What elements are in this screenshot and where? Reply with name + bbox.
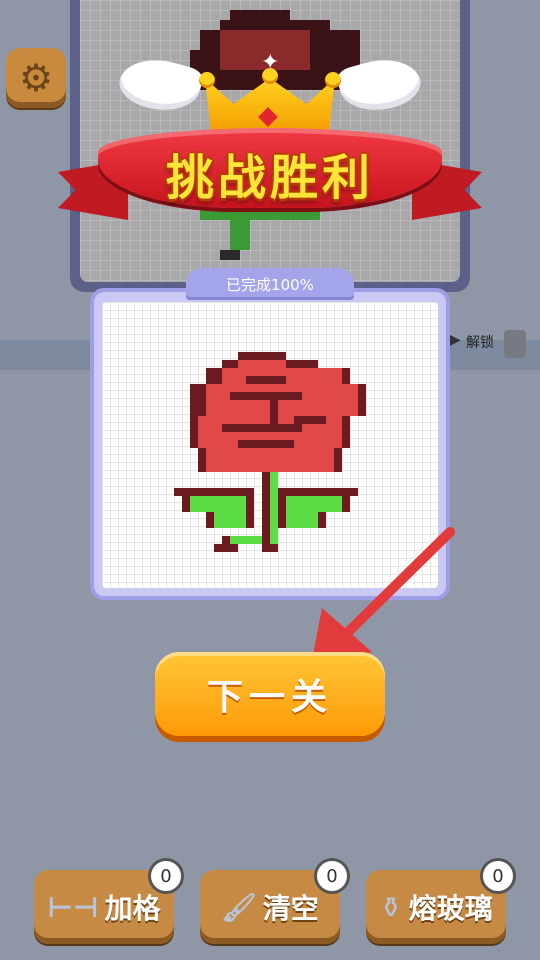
- tool-bar: ⊢⊣ 加格 0 🖌 清空 0 ⚱ 熔玻璃 0: [0, 858, 540, 960]
- victory-banner: ✦ 挑战胜利: [40, 20, 500, 260]
- next-level-button[interactable]: 下一关: [155, 652, 385, 736]
- progress-label: 已完成100%: [186, 268, 354, 300]
- tool-add-grid-button[interactable]: ⊢⊣ 加格 0: [34, 858, 184, 944]
- tool-label: 清空: [262, 892, 319, 925]
- unlock-label: 解锁: [466, 335, 494, 351]
- tool-count-badge: 0: [148, 858, 184, 894]
- pipe-icon: [504, 330, 526, 358]
- camera-icon: ▶: [450, 332, 461, 348]
- tool-count-badge: 0: [480, 858, 516, 894]
- victory-ribbon: 挑战胜利: [58, 120, 482, 230]
- tool-melt-glass-button[interactable]: ⚱ 熔玻璃 0: [366, 858, 516, 944]
- unlock-pipe[interactable]: ▶ 解锁: [448, 320, 540, 366]
- rubber-band-icon: ⊢⊣: [47, 890, 99, 924]
- tool-clear-button[interactable]: 🖌 清空 0: [200, 858, 350, 944]
- victory-title: 挑战胜利: [165, 150, 374, 206]
- brush-icon: 🖌: [221, 890, 257, 924]
- right-wing-icon: [334, 50, 426, 120]
- tool-label: 加格: [104, 892, 161, 925]
- potion-bottle-icon: ⚱: [379, 890, 403, 924]
- tool-label: 熔玻璃: [408, 892, 493, 925]
- tool-count-badge: 0: [314, 858, 350, 894]
- left-wing-icon: [114, 50, 206, 120]
